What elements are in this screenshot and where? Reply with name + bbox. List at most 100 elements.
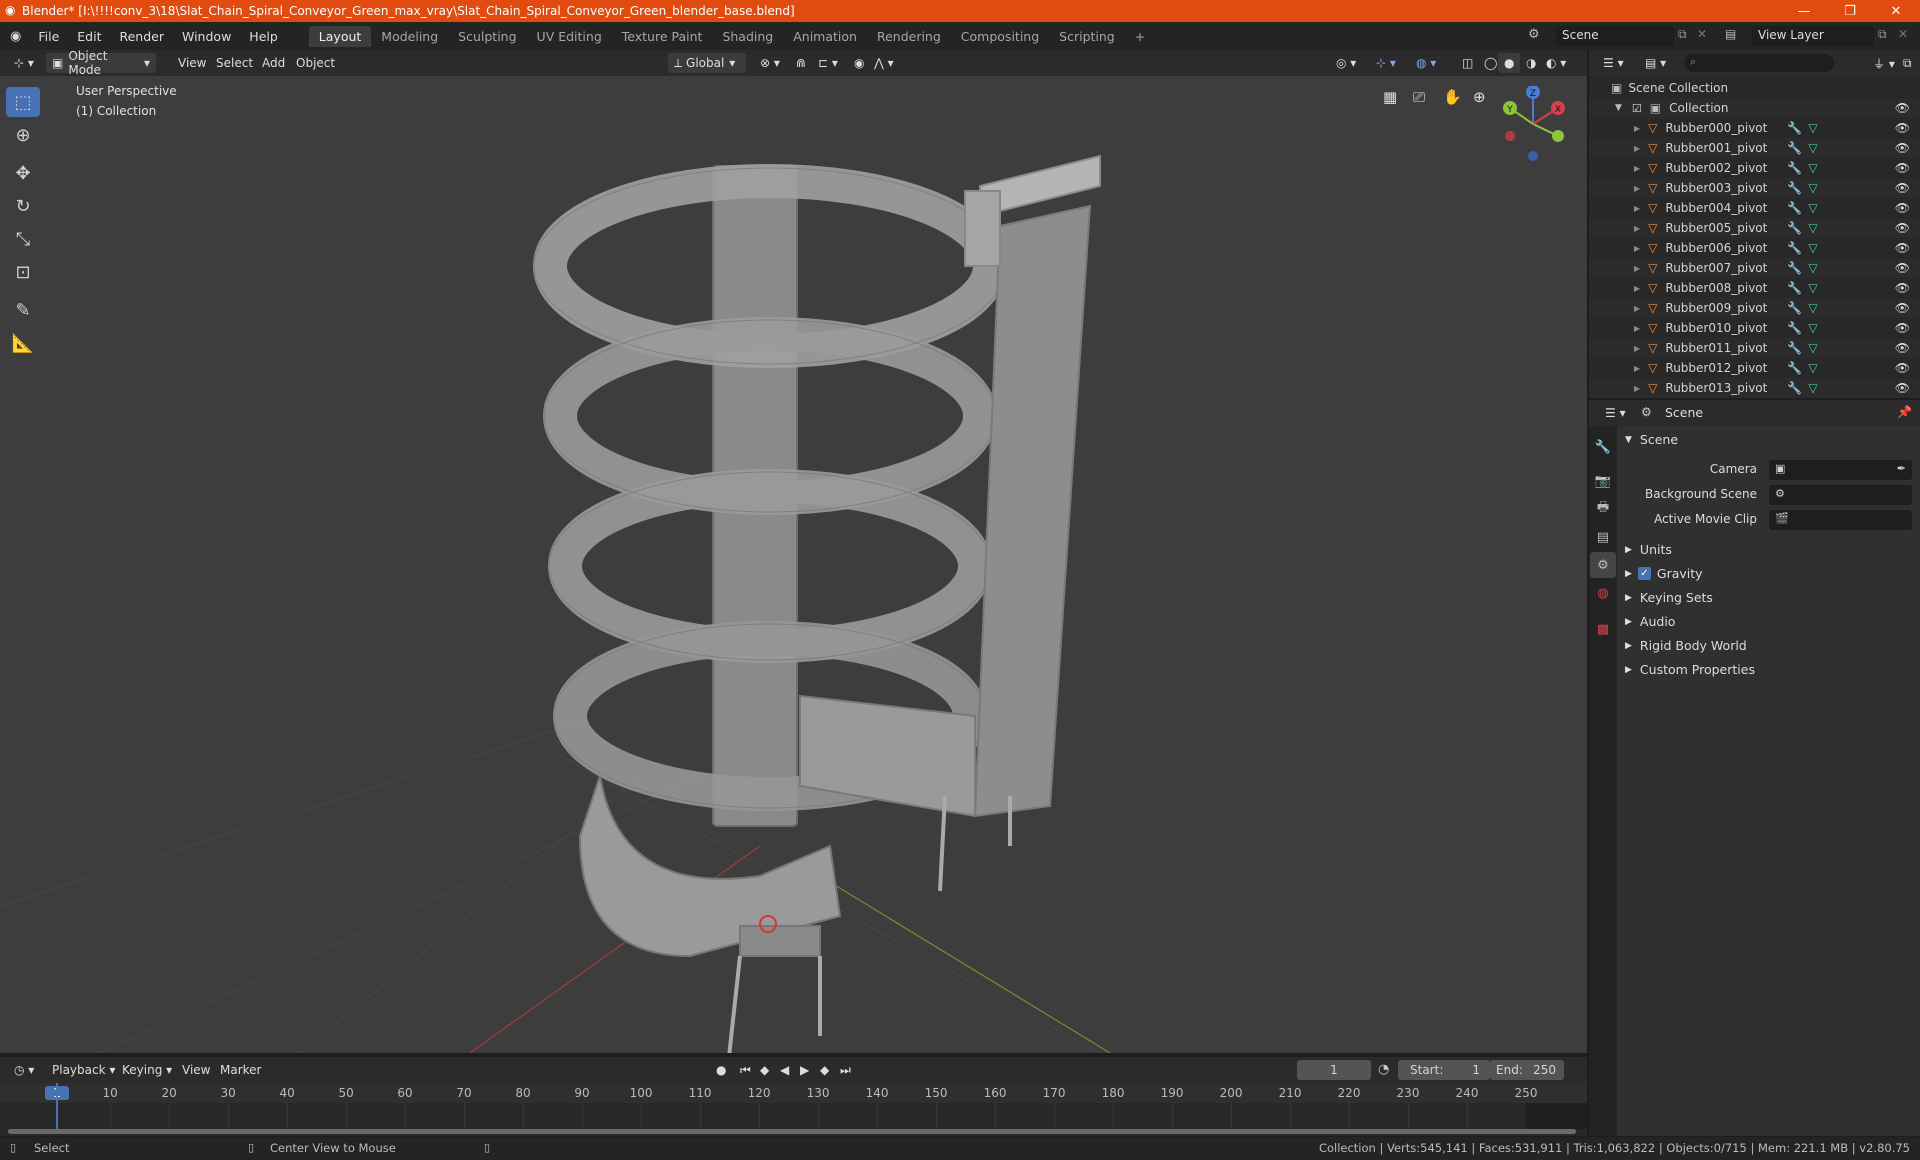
scene-icon[interactable]: ⚙ (1528, 27, 1540, 42)
visibility-icon[interactable]: ◎ ▾ (1330, 53, 1362, 73)
mesh-data-icon[interactable]: ▽ (1808, 301, 1817, 315)
add-menu[interactable]: Add (256, 53, 291, 73)
new-view-layer-icon[interactable]: ⧉ (1878, 27, 1887, 42)
zoom-icon[interactable]: ⊕ (1473, 88, 1486, 106)
eye-icon[interactable]: 👁 (1895, 161, 1910, 175)
outliner-object-row[interactable]: ▶ ▽ Rubber012_pivot 🔧 ▽ 👁 (1589, 358, 1920, 378)
view-layer-selector[interactable]: View Layer (1752, 26, 1874, 46)
solid-shading-icon[interactable]: ● (1498, 53, 1521, 73)
tab-modeling[interactable]: Modeling (371, 26, 448, 47)
prev-keyframe-icon[interactable]: ◆ (754, 1060, 775, 1080)
eye-icon[interactable]: 👁 (1895, 321, 1910, 335)
end-frame-field[interactable]: End: 250 (1490, 1060, 1564, 1080)
eye-icon[interactable]: 👁 (1895, 121, 1910, 135)
pan-hand-icon[interactable]: ✋ (1443, 88, 1462, 106)
eye-icon[interactable]: 👁 (1895, 361, 1910, 375)
eye-icon[interactable]: 👁 (1895, 281, 1910, 295)
outliner-object-row[interactable]: ▶ ▽ Rubber009_pivot 🔧 ▽ 👁 (1589, 298, 1920, 318)
tab-rendering[interactable]: Rendering (867, 26, 951, 47)
mesh-data-icon[interactable]: ▽ (1808, 241, 1817, 255)
tab-texture-paint[interactable]: Texture Paint (612, 26, 713, 47)
expand-arrow-icon[interactable]: ▶ (1634, 284, 1640, 293)
expand-arrow-icon[interactable]: ▶ (1634, 144, 1640, 153)
snap-target-icon[interactable]: ⊏ ▾ (812, 53, 844, 73)
eye-icon[interactable]: 👁 (1895, 341, 1910, 355)
scale-tool-icon[interactable]: ⤡ (6, 224, 40, 254)
wrench-icon[interactable]: 🔧 (1787, 201, 1802, 215)
mode-selector[interactable]: ▣ Object Mode ▾ (46, 49, 156, 77)
play-icon[interactable]: ▶ (794, 1060, 815, 1080)
new-collection-icon[interactable]: ⧉ (1897, 53, 1918, 73)
wrench-icon[interactable]: 🔧 (1787, 261, 1802, 275)
mesh-data-icon[interactable]: ▽ (1808, 141, 1817, 155)
expand-arrow-icon[interactable]: ▶ (1634, 244, 1640, 253)
tab-shading[interactable]: Shading (712, 26, 783, 47)
xray-toggle-icon[interactable]: ◫ (1456, 53, 1479, 73)
wrench-icon[interactable]: 🔧 (1787, 241, 1802, 255)
timeline-scrollbar[interactable] (8, 1129, 1576, 1134)
snap-icon[interactable]: ⋒ (790, 53, 812, 73)
menu-help[interactable]: Help (240, 29, 287, 44)
overlay-toggle-icon[interactable]: ◍ ▾ (1410, 53, 1442, 73)
expand-arrow-icon[interactable]: ▶ (1634, 344, 1640, 353)
timeline[interactable]: 1102030405060708090100110120130140150160… (0, 1083, 1587, 1136)
render-tab-icon[interactable]: 📷 (1590, 468, 1616, 494)
add-workspace-button[interactable]: + (1125, 26, 1155, 47)
play-reverse-icon[interactable]: ◀ (774, 1060, 795, 1080)
mesh-data-icon[interactable]: ▽ (1808, 261, 1817, 275)
editor-type-icon[interactable]: ⊹ ▾ (8, 53, 40, 73)
outliner-object-row[interactable]: ▶ ▽ Rubber011_pivot 🔧 ▽ 👁 (1589, 338, 1920, 358)
mesh-data-icon[interactable]: ▽ (1808, 121, 1817, 135)
keying-menu[interactable]: Keying ▾ (116, 1060, 178, 1080)
rendered-shading-icon[interactable]: ◐ ▾ (1540, 53, 1572, 73)
gizmo-toggle-icon[interactable]: ⊹ ▾ (1370, 53, 1402, 73)
wrench-icon[interactable]: 🔧 (1787, 221, 1802, 235)
expand-arrow-icon[interactable]: ▶ (1634, 124, 1640, 133)
falloff-icon[interactable]: ⋀ ▾ (868, 53, 900, 73)
expand-arrow-icon[interactable]: ▶ (1634, 364, 1640, 373)
wrench-icon[interactable]: 🔧 (1787, 281, 1802, 295)
new-scene-icon[interactable]: ⧉ (1678, 27, 1687, 42)
expand-arrow-icon[interactable]: ▶ (1634, 164, 1640, 173)
menu-file[interactable]: File (29, 29, 68, 44)
expand-arrow-icon[interactable]: ▶ (1634, 184, 1640, 193)
outliner-object-row[interactable]: ▶ ▽ Rubber000_pivot 🔧 ▽ 👁 (1589, 118, 1920, 138)
tool-tab-icon[interactable]: 🔧 (1590, 434, 1616, 460)
tab-scripting[interactable]: Scripting (1049, 26, 1125, 47)
mesh-data-icon[interactable]: ▽ (1808, 361, 1817, 375)
playhead[interactable] (56, 1083, 58, 1129)
outliner-object-row[interactable]: ▶ ▽ Rubber008_pivot 🔧 ▽ 👁 (1589, 278, 1920, 298)
expand-arrow-icon[interactable]: ▶ (1634, 384, 1640, 393)
outliner-editor-type-icon[interactable]: ☰ ▾ (1597, 53, 1630, 73)
timeline-editor-type-icon[interactable]: ◷ ▾ (8, 1060, 40, 1080)
stopwatch-icon[interactable]: ◔ (1378, 1062, 1389, 1077)
mesh-data-icon[interactable]: ▽ (1808, 341, 1817, 355)
scene-collection-row[interactable]: ▣ Scene Collection (1589, 78, 1920, 98)
audio-section[interactable]: ▶ Audio (1625, 614, 1675, 629)
select-menu[interactable]: Select (210, 53, 259, 73)
transform-orientation-selector[interactable]: ⟂ Global ▾ (668, 53, 746, 73)
tab-animation[interactable]: Animation (783, 26, 867, 47)
eye-icon[interactable]: 👁 (1895, 181, 1910, 195)
gravity-checkbox[interactable]: ✓ (1637, 567, 1651, 580)
outliner-object-row[interactable]: ▶ ▽ Rubber010_pivot 🔧 ▽ 👁 (1589, 318, 1920, 338)
eye-icon[interactable]: 👁 (1895, 381, 1910, 395)
collection-row[interactable]: ▼ ☑ ▣ Collection 👁 (1589, 98, 1920, 118)
outliner-object-row[interactable]: ▶ ▽ Rubber006_pivot 🔧 ▽ 👁 (1589, 238, 1920, 258)
rigid-body-world-section[interactable]: ▶ Rigid Body World (1625, 638, 1747, 653)
expand-arrow-icon[interactable]: ▶ (1634, 324, 1640, 333)
wrench-icon[interactable]: 🔧 (1787, 361, 1802, 375)
cursor-tool-icon[interactable]: ⊕ (6, 120, 40, 150)
output-tab-icon[interactable]: 🖶 (1590, 496, 1616, 522)
camera-field[interactable]: ▣ ✒ (1769, 460, 1912, 480)
eye-icon[interactable]: 👁 (1895, 141, 1910, 155)
3d-viewport[interactable]: User Perspective (1) Collection ▦ ⎚ ✋ ⊕ … (0, 76, 1587, 1053)
grid-view-icon[interactable]: ▦ (1383, 88, 1397, 106)
scene-panel-header[interactable]: ▼ Scene (1625, 432, 1678, 447)
outliner-object-row[interactable]: ▶ ▽ Rubber005_pivot 🔧 ▽ 👁 (1589, 218, 1920, 238)
texture-tab-icon[interactable]: ▩ (1590, 616, 1616, 642)
units-section[interactable]: ▶ Units (1625, 542, 1672, 557)
wrench-icon[interactable]: 🔧 (1787, 121, 1802, 135)
wrench-icon[interactable]: 🔧 (1787, 381, 1802, 395)
checkbox-icon[interactable]: ☑ (1632, 102, 1642, 115)
